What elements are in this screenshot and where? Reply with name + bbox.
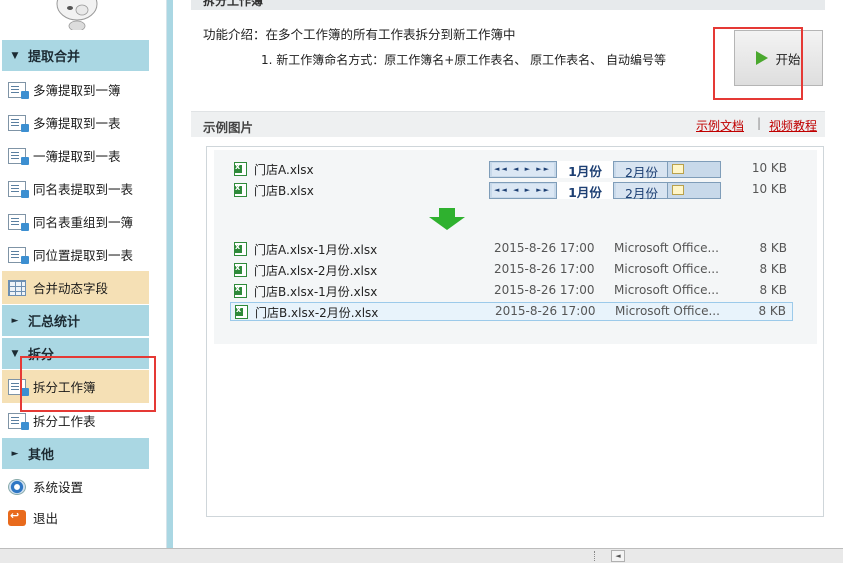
sidebar-item-label: 同名表提取到一表	[33, 182, 134, 197]
section-label: 提取合并	[28, 50, 81, 65]
sidebar-item-regroup-sheets[interactable]: 同名表重组到一簿	[2, 205, 149, 238]
bottom-status-strip: ◄	[0, 548, 843, 563]
sheet-nav-buttons: ◄◄ ◄ ► ►►	[492, 184, 554, 197]
file-size: 8 KB	[758, 304, 786, 318]
file-name: 门店A.xlsx	[254, 163, 314, 177]
file-name: 门店B.xlsx-2月份.xlsx	[255, 306, 379, 320]
workbooks-to-sheet-icon	[8, 114, 29, 132]
sidebar-item-label: 系统设置	[33, 480, 84, 495]
excel-file-icon	[234, 162, 247, 176]
sidebar-item-label: 多簿提取到一表	[33, 116, 121, 131]
sidebar-item-multi-workbook-to-sheet[interactable]: 多簿提取到一表	[2, 106, 149, 139]
section-extract-merge[interactable]: ▼ 提取合并	[2, 40, 149, 71]
same-position-icon	[8, 246, 29, 264]
source-file-row: 门店B.xlsx ◄◄ ◄ ► ►► 1月份 2月份 10 KB	[230, 181, 793, 201]
sidebar-item-label: 多簿提取到一簿	[33, 83, 121, 98]
example-image: 门店A.xlsx ◄◄ ◄ ► ►► 1月份 2月份 10 KB 门店B.xls…	[214, 150, 817, 344]
sidebar-item-merge-dynamic-fields[interactable]: 合并动态字段	[2, 271, 149, 304]
sidebar-item-same-position[interactable]: 同位置提取到一表	[2, 238, 149, 271]
file-size: 10 KB	[751, 161, 787, 175]
same-name-sheet-icon	[8, 180, 29, 198]
collapsed-triangle-icon: ►	[11, 448, 19, 459]
sheet-nav-buttons: ◄◄ ◄ ► ►►	[492, 163, 554, 176]
output-file-row-selected: 门店B.xlsx-2月份.xlsx 2015-8-26 17:00 Micros…	[230, 302, 793, 321]
file-date: 2015-8-26 17:00	[494, 241, 595, 255]
settings-gear-icon	[8, 478, 26, 495]
exit-icon	[8, 509, 26, 526]
page-title: 拆分工作簿	[203, 0, 264, 8]
sidebar-item-settings[interactable]: 系统设置	[2, 470, 149, 503]
file-type: Microsoft Office...	[615, 304, 720, 318]
file-size: 10 KB	[751, 182, 787, 196]
example-title: 示例图片	[203, 120, 254, 135]
file-date: 2015-8-26 17:00	[494, 283, 595, 297]
sheet-tab-bar: ◄◄ ◄ ► ►► 1月份 2月份	[489, 161, 721, 180]
file-type: Microsoft Office...	[614, 262, 719, 276]
file-size: 8 KB	[759, 241, 787, 255]
workbook-to-sheet-icon	[8, 147, 29, 165]
page-title-bar: 拆分工作簿	[191, 0, 825, 10]
feature-intro: 功能介绍：在多个工作簿的所有工作表拆分到新工作簿中	[203, 27, 516, 42]
sidebar-item-label: 退出	[33, 511, 59, 526]
example-image-panel: 门店A.xlsx ◄◄ ◄ ► ►► 1月份 2月份 10 KB 门店B.xls…	[206, 146, 824, 517]
scroll-left-button[interactable]: ◄	[611, 550, 625, 562]
excel-file-icon	[234, 183, 247, 197]
output-file-row: 门店A.xlsx-2月份.xlsx 2015-8-26 17:00 Micros…	[230, 261, 793, 280]
naming-rule: 1. 新工作簿命名方式：原工作簿名+原工作表名、 原工作表名、 自动编号等	[261, 53, 666, 67]
file-type: Microsoft Office...	[614, 283, 719, 297]
file-size: 8 KB	[759, 262, 787, 276]
section-summary-stats[interactable]: ► 汇总统计	[2, 305, 149, 336]
file-date: 2015-8-26 17:00	[495, 304, 596, 318]
sidebar: ▼ 提取合并 多簿提取到一簿 多簿提取到一表 一簿提取到一表 同名表提取到一表 …	[0, 0, 167, 548]
file-type: Microsoft Office...	[614, 241, 719, 255]
sheet-tab: 2月份	[616, 162, 668, 180]
source-file-row: 门店A.xlsx ◄◄ ◄ ► ►► 1月份 2月份 10 KB	[230, 160, 793, 180]
mascot-logo-icon	[56, 0, 98, 30]
video-tutorial-link[interactable]: 视频教程	[769, 117, 817, 134]
file-name: 门店A.xlsx-1月份.xlsx	[254, 243, 378, 257]
excel-file-icon	[234, 284, 247, 298]
file-name: 门店B.xlsx-1月份.xlsx	[254, 285, 378, 299]
sheet-tab: 2月份	[616, 183, 668, 201]
output-file-row: 门店B.xlsx-1月份.xlsx 2015-8-26 17:00 Micros…	[230, 282, 793, 301]
example-header: 示例图片 示例文档 | 视频教程	[191, 111, 825, 137]
sidebar-item-label: 一簿提取到一表	[33, 149, 121, 164]
link-separator: |	[757, 116, 762, 130]
new-sheet-icon	[672, 185, 684, 195]
annotation-box-start-button	[713, 27, 803, 100]
sidebar-item-same-name-sheet[interactable]: 同名表提取到一表	[2, 172, 149, 205]
example-doc-link[interactable]: 示例文档	[696, 117, 744, 134]
new-sheet-icon	[672, 164, 684, 174]
resize-grip-icon	[594, 551, 597, 561]
annotation-box-split-workbook	[20, 356, 156, 412]
excel-file-icon	[235, 305, 248, 319]
file-size: 8 KB	[759, 283, 787, 297]
expanded-triangle-icon: ▼	[11, 50, 19, 61]
sidebar-item-label: 拆分工作表	[33, 414, 96, 429]
file-date: 2015-8-26 17:00	[494, 262, 595, 276]
sidebar-item-label: 同位置提取到一表	[33, 248, 134, 263]
sidebar-item-workbook-to-sheet[interactable]: 一簿提取到一表	[2, 139, 149, 172]
grid-icon	[8, 279, 26, 296]
regroup-sheets-icon	[8, 213, 29, 231]
output-file-row: 门店A.xlsx-1月份.xlsx 2015-8-26 17:00 Micros…	[230, 240, 793, 259]
workbooks-to-workbook-icon	[8, 81, 29, 99]
sheet-tab-bar: ◄◄ ◄ ► ►► 1月份 2月份	[489, 182, 721, 201]
section-label: 其他	[28, 448, 55, 463]
section-other[interactable]: ► 其他	[2, 438, 149, 469]
sidebar-item-multi-workbook-to-workbook[interactable]: 多簿提取到一簿	[2, 73, 149, 106]
split-sheet-icon	[8, 412, 29, 430]
down-arrow-icon	[429, 208, 465, 230]
file-name: 门店B.xlsx	[254, 184, 314, 198]
section-label: 汇总统计	[28, 315, 81, 330]
excel-file-icon	[234, 263, 247, 277]
sidebar-item-label: 同名表重组到一簿	[33, 215, 134, 230]
sidebar-item-label: 合并动态字段	[33, 281, 109, 296]
sheet-tab-active: 1月份	[556, 161, 614, 179]
collapsed-triangle-icon: ►	[11, 315, 19, 326]
sidebar-item-exit[interactable]: 退出	[2, 501, 149, 534]
sheet-tab-active: 1月份	[556, 182, 614, 200]
excel-file-icon	[234, 242, 247, 256]
file-name: 门店A.xlsx-2月份.xlsx	[254, 264, 378, 278]
